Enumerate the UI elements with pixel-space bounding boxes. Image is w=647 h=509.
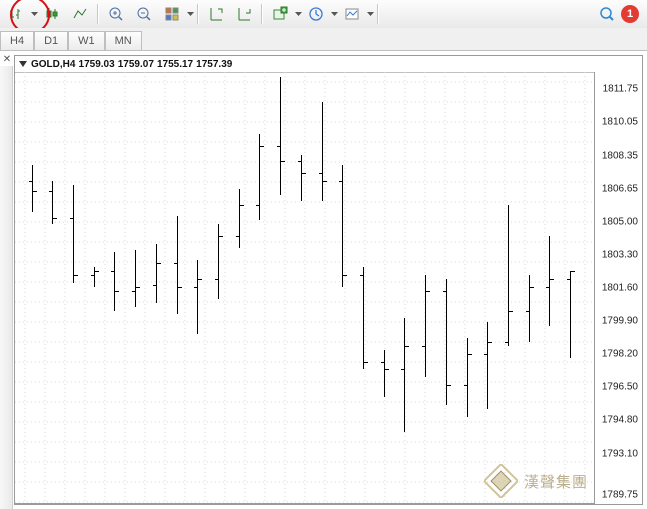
close-chart-button[interactable]: ✕	[2, 54, 12, 64]
tf-mn-tab[interactable]: MN	[105, 31, 142, 50]
shift-chart-button[interactable]	[203, 2, 229, 26]
ohlc-bar	[467, 338, 468, 417]
ohlc-bar	[301, 155, 302, 200]
line-chart-button[interactable]	[67, 2, 93, 26]
x-axis-line	[15, 503, 595, 504]
ohlc-bar	[404, 318, 405, 432]
dropdown-triangle-icon	[19, 61, 27, 67]
ohlc-bar	[549, 236, 550, 326]
ohlc-bar	[218, 224, 219, 299]
main-toolbar: 1	[0, 0, 647, 29]
ohlc-bar	[570, 271, 571, 357]
ohlc-bar	[342, 165, 343, 287]
periodicity-button[interactable]	[303, 2, 329, 26]
watermark-text: 漢聲集團	[524, 471, 588, 492]
chart-open: 1759.03	[79, 59, 115, 70]
toolbar-separator-4	[377, 4, 379, 24]
ohlc-bar	[135, 250, 136, 307]
ohlc-bar	[114, 252, 115, 311]
ohlc-bar	[73, 185, 74, 283]
ohlc-bar	[197, 260, 198, 335]
candlestick-chart-button[interactable]	[39, 2, 65, 26]
bar-chart-dropdown[interactable]	[30, 12, 38, 17]
ohlc-bar	[446, 279, 447, 405]
notification-badge[interactable]: 1	[621, 5, 639, 23]
bar-chart-button[interactable]	[3, 2, 29, 26]
watermark-icon	[484, 464, 518, 498]
ohlc-bar	[280, 77, 281, 195]
tf-d1-tab[interactable]: D1	[34, 31, 68, 50]
toolbar-separator	[97, 4, 99, 24]
ohlc-bar	[177, 216, 178, 314]
periodicity-dropdown[interactable]	[330, 12, 338, 17]
ohlc-bar	[259, 134, 260, 220]
ohlc-bar	[487, 322, 488, 408]
tf-h4-tab[interactable]: H4	[0, 31, 34, 50]
chart-pane[interactable]: GOLD,H4 1759.03 1759.07 1755.17 1757.39 …	[14, 55, 643, 505]
templates-dropdown[interactable]	[366, 12, 374, 17]
chart-close: 1757.39	[196, 59, 232, 70]
toolbar-separator-2	[197, 4, 199, 24]
toolbar-separator-3	[261, 4, 263, 24]
ohlc-bar	[239, 189, 240, 248]
watermark: 漢聲集團	[484, 464, 588, 498]
plot-area[interactable]	[15, 72, 595, 504]
arrange-windows-button[interactable]	[159, 2, 185, 26]
tf-w1-tab[interactable]: W1	[68, 31, 105, 50]
chart-high: 1759.07	[118, 59, 154, 70]
templates-button[interactable]	[339, 2, 365, 26]
side-pane	[0, 66, 13, 509]
ohlc-bar	[322, 102, 323, 200]
chart-symbol: GOLD,H4	[31, 59, 75, 70]
chart-low: 1755.17	[157, 59, 193, 70]
ohlc-bar	[529, 275, 530, 342]
zoom-out-button[interactable]	[131, 2, 157, 26]
ohlc-bar	[425, 275, 426, 377]
indicators-dropdown[interactable]	[294, 12, 302, 17]
arrange-dropdown[interactable]	[186, 12, 194, 17]
ohlc-bar	[384, 350, 385, 397]
timeframe-tabs: H4 D1 W1 MN	[0, 28, 647, 51]
ohlc-bar	[156, 244, 157, 303]
search-button[interactable]	[597, 4, 617, 24]
ohlc-bar	[94, 267, 95, 287]
auto-scroll-button[interactable]	[231, 2, 257, 26]
ohlc-bar	[363, 267, 364, 369]
ohlc-bar	[52, 181, 53, 224]
indicators-button[interactable]	[267, 2, 293, 26]
ohlc-bar	[508, 205, 509, 346]
ohlc-bar	[32, 165, 33, 212]
y-axis: 1811.751810.051808.351806.651805.001803.…	[594, 72, 642, 504]
chart-title-bar[interactable]: GOLD,H4 1759.03 1759.07 1755.17 1757.39	[15, 56, 642, 73]
zoom-in-button[interactable]	[103, 2, 129, 26]
